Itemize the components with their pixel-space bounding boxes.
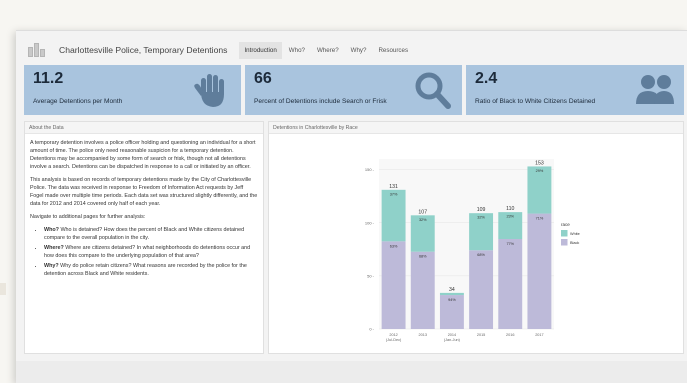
- link-where[interactable]: Where?: [44, 245, 64, 251]
- bar-total-label: 107: [418, 209, 427, 215]
- x-tick-label: (Jan-Jun): [444, 338, 461, 342]
- kpi-label: Average Detentions per Month: [33, 98, 123, 105]
- tab-resources[interactable]: Resources: [373, 42, 413, 59]
- logo-icon: [28, 43, 50, 57]
- bar-total-label: 34: [449, 287, 455, 293]
- hand-icon: [194, 74, 224, 107]
- tab-where[interactable]: Where?: [312, 42, 344, 59]
- tab-why[interactable]: Why?: [346, 42, 372, 59]
- kpi-box-ratio: 2.4 Ratio of Black to White Citizens Det…: [466, 65, 684, 115]
- magnifier-icon: [415, 72, 451, 109]
- black-percent-label: 94%: [448, 298, 456, 302]
- bar-black: [469, 250, 494, 329]
- people-icon: [636, 75, 674, 104]
- background-edge: [0, 283, 6, 295]
- navbar: Charlottesville Police, Temporary Detent…: [26, 39, 681, 61]
- x-tick-label: 2015: [477, 333, 485, 337]
- kpi-value: 11.2: [33, 70, 64, 87]
- kpi-value: 2.4: [475, 70, 498, 87]
- white-percent-label: 37%: [390, 192, 398, 196]
- x-tick-label: 2016: [506, 333, 514, 337]
- footer-strip: [16, 361, 687, 383]
- link-why[interactable]: Why?: [44, 263, 59, 269]
- black-percent-label: 68%: [419, 255, 427, 259]
- bar-black: [410, 251, 435, 329]
- bar-white: [527, 166, 552, 214]
- tab-who[interactable]: Who?: [284, 42, 310, 59]
- legend-label: White: [570, 232, 580, 236]
- x-tick-label: 2017: [535, 333, 543, 337]
- about-panel: About the Data A temporary detention inv…: [24, 121, 264, 354]
- chart-title: Detentions in Charlottesville by Race: [269, 122, 683, 134]
- white-percent-label: 32%: [419, 218, 427, 222]
- bar-total-label: 109: [477, 207, 486, 213]
- link-who[interactable]: Who?: [44, 227, 59, 233]
- about-paragraph: This analysis is based on records of tem…: [30, 177, 258, 207]
- about-paragraph: A temporary detention involves a police …: [30, 140, 256, 170]
- white-percent-label: 29%: [536, 169, 544, 173]
- x-tick-label: 2014: [448, 333, 456, 337]
- bar-white: [439, 292, 464, 296]
- kpi-box-detentions: 11.2 Average Detentions per Month: [24, 65, 241, 115]
- black-percent-label: 71%: [536, 217, 544, 221]
- y-tick-label: 150 -: [365, 167, 375, 172]
- y-tick-label: 0 -: [369, 327, 374, 332]
- app-title[interactable]: Charlottesville Police, Temporary Detent…: [59, 45, 227, 55]
- app-window: Charlottesville Police, Temporary Detent…: [16, 30, 687, 383]
- legend-swatch: [561, 230, 568, 237]
- black-percent-label: 77%: [506, 242, 514, 246]
- bar-black: [498, 239, 523, 329]
- legend-label: Black: [570, 241, 579, 245]
- y-tick-label: 50 -: [367, 273, 375, 278]
- bar-total-label: 110: [506, 206, 514, 212]
- kpi-box-search: 66 Percent of Detentions include Search …: [245, 65, 462, 115]
- navigation-list: Who? Who is detained? How does the perce…: [44, 226, 258, 278]
- chart-panel: Detentions in Charlottesville by Race 0 …: [268, 121, 684, 354]
- tab-introduction[interactable]: Introduction: [239, 41, 282, 59]
- bar-black: [381, 241, 406, 329]
- list-item: Who? Who is detained? How does the perce…: [44, 226, 258, 242]
- white-percent-label: 23%: [506, 215, 514, 219]
- bar-total-label: 153: [535, 160, 544, 166]
- about-paragraph: Navigate to additional pages for further…: [30, 214, 146, 220]
- legend-title: race: [561, 222, 570, 227]
- bar-total-label: 131: [389, 184, 398, 190]
- x-tick-label: 2013: [419, 333, 427, 337]
- x-tick-label: 2012: [389, 333, 397, 337]
- black-percent-label: 68%: [477, 253, 485, 257]
- list-item: Where? Where are citizens detained? In w…: [44, 244, 258, 260]
- about-header: About the Data: [25, 122, 263, 134]
- y-tick-label: 100 -: [365, 220, 375, 225]
- list-item: Why? Why do police retain citizens? What…: [44, 262, 258, 278]
- bar-white: [381, 189, 406, 242]
- bar-chart: 0 - 50 - 100 - 150 - 131 37% 63% 2012(Jul-Dec) 1…: [365, 159, 580, 342]
- x-tick-label: (Jul-Dec): [386, 338, 402, 342]
- kpi-label: Percent of Detentions include Search or …: [254, 98, 387, 105]
- kpi-value: 66: [254, 70, 272, 87]
- white-percent-label: 32%: [477, 216, 485, 220]
- black-percent-label: 63%: [390, 244, 398, 248]
- bar-black: [527, 213, 552, 329]
- legend-swatch: [561, 239, 568, 246]
- kpi-label: Ratio of Black to White Citizens Detaine…: [475, 98, 596, 105]
